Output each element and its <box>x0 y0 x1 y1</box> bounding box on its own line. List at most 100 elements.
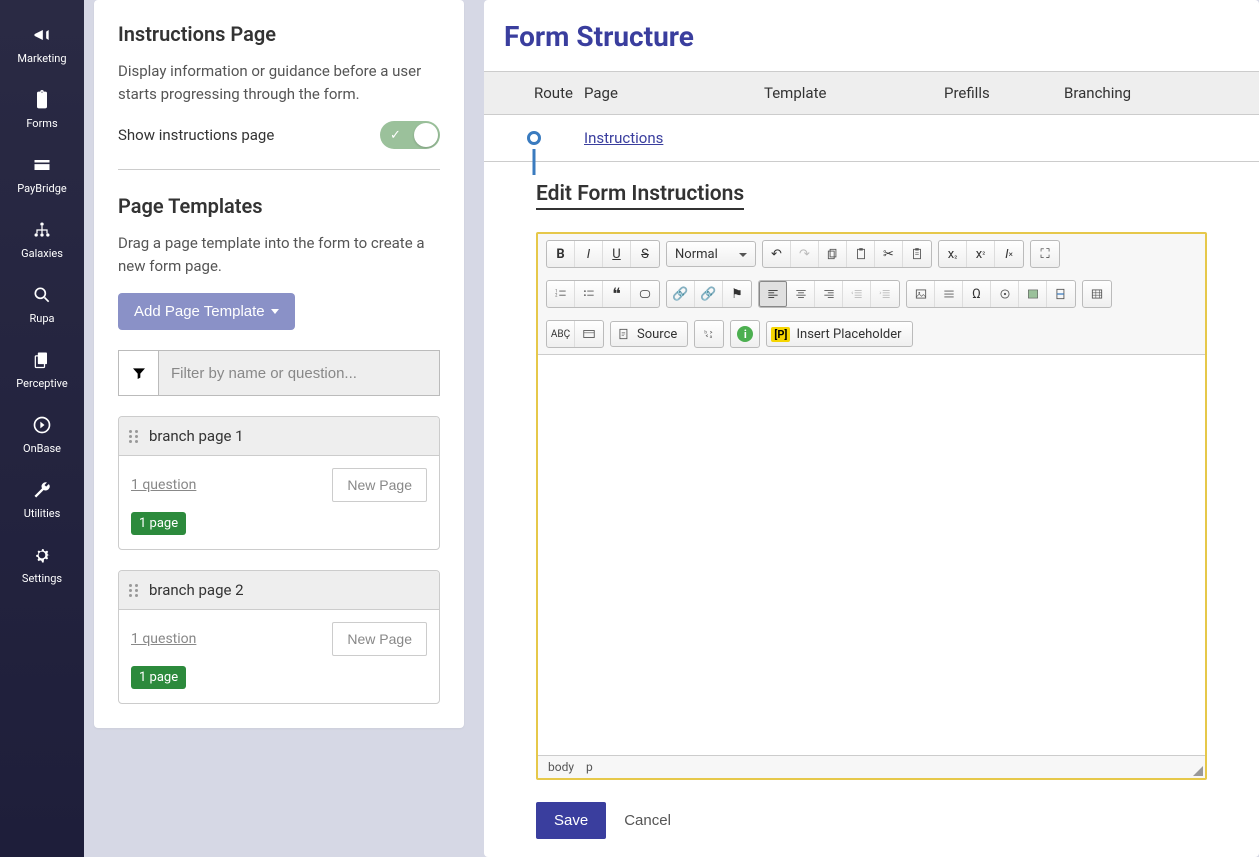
copy-button[interactable] <box>819 241 847 267</box>
sidebar-item-utilities[interactable]: Utilities <box>0 467 84 532</box>
insert-placeholder-button[interactable]: [P] Insert Placeholder <box>766 321 912 347</box>
template-header[interactable]: branch page 1 <box>119 417 439 456</box>
undo-button[interactable]: ↶ <box>763 241 791 267</box>
template-title: branch page 2 <box>149 581 244 599</box>
indent-button[interactable] <box>871 281 899 307</box>
filter-icon <box>131 365 147 381</box>
spellcheck-button[interactable]: ABÇ <box>547 321 575 347</box>
path-p[interactable]: p <box>586 760 593 774</box>
instructions-link[interactable]: Instructions <box>584 129 663 147</box>
edit-instructions-heading: Edit Form Instructions <box>536 182 744 210</box>
column-route: Route <box>484 84 584 102</box>
wrench-icon <box>31 479 53 501</box>
new-page-button[interactable]: New Page <box>332 468 427 502</box>
placeholder-badge-icon: [P] <box>771 327 790 342</box>
template-body: 1 question New Page 1 page <box>119 456 439 549</box>
sidebar-item-settings[interactable]: Settings <box>0 532 84 597</box>
strikethrough-button[interactable]: S <box>631 241 659 267</box>
sidebar-item-forms[interactable]: Forms <box>0 77 84 142</box>
form-structure-title: Form Structure <box>484 20 1259 71</box>
drag-handle-icon[interactable] <box>129 584 139 597</box>
source-label: Source <box>637 327 677 342</box>
insert-placeholder-label: Insert Placeholder <box>796 327 901 342</box>
align-right-button[interactable] <box>815 281 843 307</box>
filter-icon-box[interactable] <box>118 350 158 396</box>
table-button[interactable] <box>1083 281 1111 307</box>
editor-toolbar: B I U S Normal ↶ ↷ ✂ <box>538 234 1205 355</box>
form-actions: Save Cancel <box>536 802 1207 839</box>
sitemap-icon <box>31 219 53 241</box>
align-center-button[interactable] <box>787 281 815 307</box>
find-button[interactable] <box>575 321 603 347</box>
div-button[interactable] <box>631 281 659 307</box>
unlink-button[interactable]: 🔗 <box>695 281 723 307</box>
format-label: Normal <box>675 247 718 262</box>
add-template-label: Add Page Template <box>134 303 265 320</box>
edit-instructions-section: Edit Form Instructions B I U S Normal ↶ <box>484 162 1259 839</box>
numbered-list-button[interactable]: 12 <box>547 281 575 307</box>
sidebar-item-marketing[interactable]: Marketing <box>0 12 84 77</box>
sidebar-item-label: Marketing <box>17 52 66 65</box>
remove-format-button[interactable]: I× <box>995 241 1023 267</box>
link-button[interactable]: 🔗 <box>667 281 695 307</box>
redo-button[interactable]: ↷ <box>791 241 819 267</box>
templates-heading: Page Templates <box>118 194 440 218</box>
sidebar-item-label: OnBase <box>23 442 61 455</box>
info-icon: i <box>737 326 753 342</box>
cancel-button[interactable]: Cancel <box>624 812 671 829</box>
embed-button[interactable] <box>991 281 1019 307</box>
special-char-button[interactable]: Ω <box>963 281 991 307</box>
info-button[interactable]: i <box>731 321 759 347</box>
resize-handle-icon[interactable] <box>1193 766 1203 776</box>
paste-text-button[interactable] <box>903 241 931 267</box>
drag-handle-icon[interactable] <box>129 430 139 443</box>
image-button[interactable] <box>907 281 935 307</box>
sidebar-item-label: Galaxies <box>21 247 63 260</box>
italic-button[interactable]: I <box>575 241 603 267</box>
svg-text:a: a <box>710 335 713 340</box>
sidebar-item-galaxies[interactable]: Galaxies <box>0 207 84 272</box>
underline-button[interactable]: U <box>603 241 631 267</box>
superscript-button[interactable]: x² <box>967 241 995 267</box>
sidebar-item-paybridge[interactable]: PayBridge <box>0 142 84 207</box>
sidebar-item-onbase[interactable]: OnBase <box>0 402 84 467</box>
check-icon: ✓ <box>390 128 401 143</box>
new-page-button[interactable]: New Page <box>332 622 427 656</box>
svg-text:b: b <box>705 329 708 335</box>
template-header[interactable]: branch page 2 <box>119 571 439 610</box>
page-count-badge: 1 page <box>131 666 186 689</box>
bullet-list-button[interactable] <box>575 281 603 307</box>
template-title: branch page 1 <box>149 427 244 445</box>
show-instructions-toggle[interactable]: ✓ <box>380 121 440 149</box>
horizontal-rule-button[interactable] <box>935 281 963 307</box>
blockquote-button[interactable]: ❝ <box>603 281 631 307</box>
align-left-button[interactable] <box>759 281 787 307</box>
source-button[interactable]: Source <box>610 321 688 347</box>
subscript-button[interactable]: x₂ <box>939 241 967 267</box>
anchor-button[interactable]: ⚑ <box>723 281 751 307</box>
add-page-template-button[interactable]: Add Page Template <box>118 293 295 330</box>
filter-input[interactable] <box>158 350 440 396</box>
sidebar-item-rupa[interactable]: Rupa <box>0 272 84 337</box>
sidebar-item-label: Forms <box>26 117 57 130</box>
paste-button[interactable] <box>847 241 875 267</box>
column-page: Page <box>584 84 764 102</box>
instructions-description: Display information or guidance before a… <box>118 60 440 105</box>
format-dropdown[interactable]: Normal <box>666 241 756 267</box>
question-link[interactable]: 1 question <box>131 631 196 647</box>
outdent-button[interactable] <box>843 281 871 307</box>
cut-button[interactable]: ✂ <box>875 241 903 267</box>
bold-button[interactable]: B <box>547 241 575 267</box>
editor-content-area[interactable] <box>538 355 1205 755</box>
question-link[interactable]: 1 question <box>131 477 196 493</box>
sidebar-item-perceptive[interactable]: Perceptive <box>0 337 84 402</box>
path-body[interactable]: body <box>548 760 574 774</box>
maximize-button[interactable]: ⛶ <box>1031 241 1059 267</box>
page-break-button[interactable] <box>1047 281 1075 307</box>
save-button[interactable]: Save <box>536 802 606 839</box>
column-template: Template <box>764 84 944 102</box>
iframe-button[interactable] <box>1019 281 1047 307</box>
replace-button[interactable]: ba <box>695 321 723 347</box>
credit-card-icon <box>31 154 53 176</box>
structure-table-header: Route Page Template Prefills Branching <box>484 71 1259 115</box>
